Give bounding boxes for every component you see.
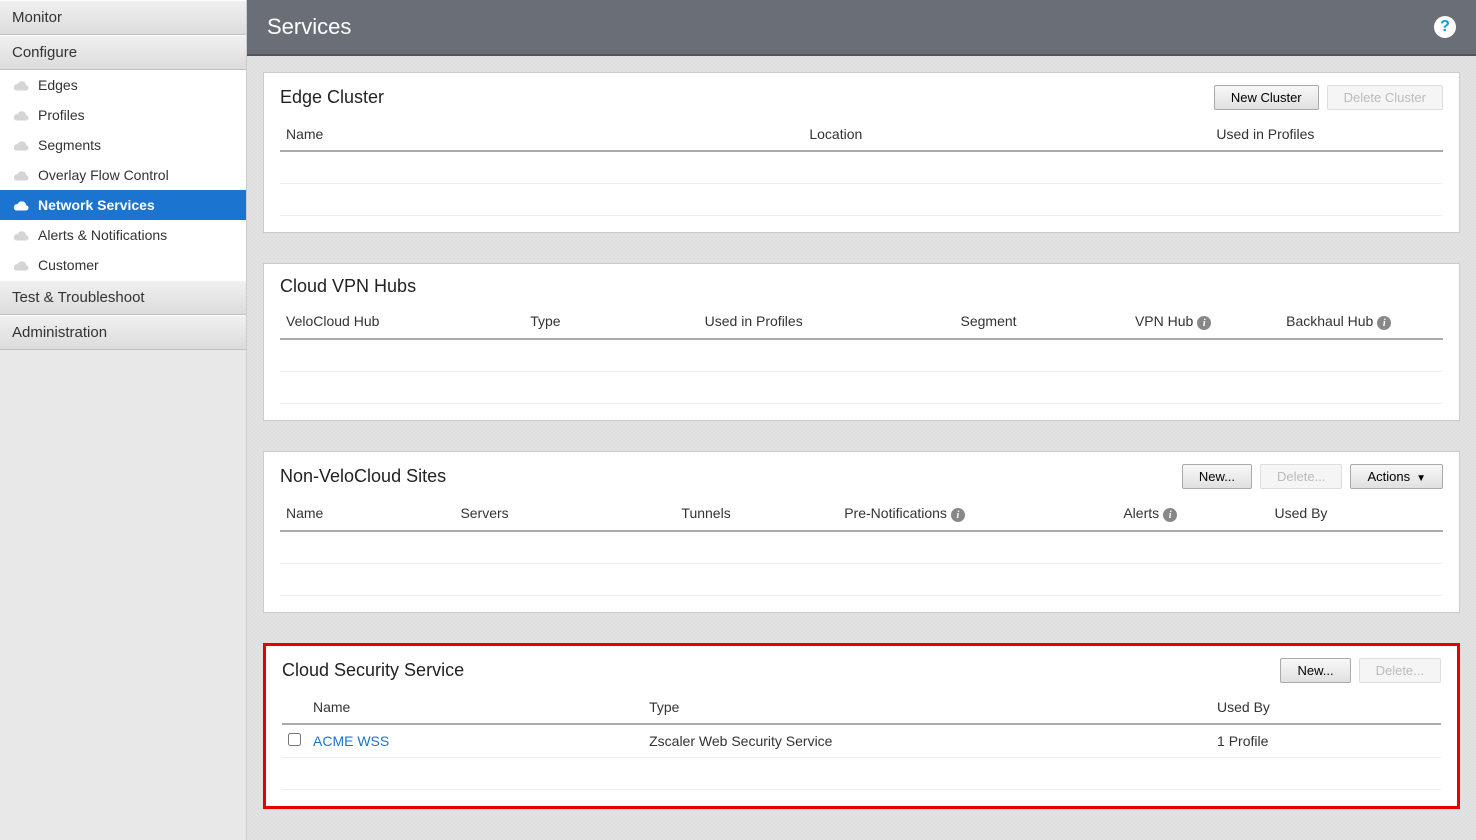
col-vpn-hub[interactable]: VPN Hubi [1129, 305, 1280, 340]
nav-item-label: Segments [38, 137, 101, 153]
help-icon[interactable]: ? [1434, 16, 1456, 38]
actions-button[interactable]: Actions▼ [1350, 464, 1443, 489]
edge-cluster-table: Name Location Used in Profiles [280, 118, 1443, 216]
delete-site-button[interactable]: Delete... [1260, 464, 1342, 489]
css-used-by: 1 Profile [1211, 724, 1441, 758]
new-cluster-button[interactable]: New Cluster [1214, 85, 1319, 110]
nav-item-overlay-flow-control[interactable]: Overlay Flow Control [0, 160, 246, 190]
panel-title-non-velocloud-sites: Non-VeloCloud Sites [280, 466, 446, 487]
page-header: Services ? [247, 0, 1476, 56]
nav-group-monitor[interactable]: Monitor [0, 0, 246, 35]
table-row [280, 531, 1443, 563]
nav-item-label: Customer [38, 257, 99, 273]
table-row [280, 563, 1443, 595]
panel-non-velocloud-sites: Non-VeloCloud Sites New... Delete... Act… [263, 451, 1460, 613]
nav-item-network-services[interactable]: Network Services [0, 190, 246, 220]
nav-item-segments[interactable]: Segments [0, 130, 246, 160]
new-css-button[interactable]: New... [1280, 658, 1350, 683]
page-title: Services [267, 14, 351, 40]
col-name[interactable]: Name [280, 118, 803, 151]
table-row[interactable]: ACME WSS Zscaler Web Security Service 1 … [282, 724, 1441, 758]
table-row [280, 151, 1443, 183]
nav-item-label: Profiles [38, 107, 85, 123]
nav-item-label: Edges [38, 77, 78, 93]
col-used-by[interactable]: Used By [1269, 497, 1443, 532]
cloud-vpn-hubs-table: VeloCloud Hub Type Used in Profiles Segm… [280, 305, 1443, 404]
delete-css-button[interactable]: Delete... [1359, 658, 1441, 683]
col-name[interactable]: Name [307, 691, 643, 724]
col-name[interactable]: Name [280, 497, 454, 532]
cloud-security-service-table: Name Type Used By ACME WSS Zscaler Web S… [282, 691, 1441, 790]
nav-item-alerts-notifications[interactable]: Alerts & Notifications [0, 220, 246, 250]
col-hub[interactable]: VeloCloud Hub [280, 305, 524, 340]
col-used-by[interactable]: Used By [1211, 691, 1441, 724]
cloud-icon [12, 199, 30, 211]
panel-title-cloud-vpn-hubs: Cloud VPN Hubs [280, 276, 416, 297]
info-icon[interactable]: i [1163, 508, 1177, 522]
row-checkbox[interactable] [288, 733, 301, 746]
panel-edge-cluster: Edge Cluster New Cluster Delete Cluster … [263, 72, 1460, 233]
css-name-link[interactable]: ACME WSS [307, 724, 643, 758]
col-alerts[interactable]: Alertsi [1117, 497, 1268, 532]
table-row [280, 371, 1443, 403]
cloud-icon [12, 259, 30, 271]
col-location[interactable]: Location [803, 118, 1210, 151]
col-segment[interactable]: Segment [955, 305, 1129, 340]
col-type[interactable]: Type [643, 691, 1211, 724]
cloud-icon [12, 109, 30, 121]
col-pre-notifications[interactable]: Pre-Notificationsi [838, 497, 1117, 532]
col-type[interactable]: Type [524, 305, 698, 340]
panel-cloud-security-service: Cloud Security Service New... Delete... … [263, 643, 1460, 809]
panel-title-edge-cluster: Edge Cluster [280, 87, 384, 108]
col-used-in-profiles[interactable]: Used in Profiles [1210, 118, 1443, 151]
nav-item-label: Alerts & Notifications [38, 227, 167, 243]
col-servers[interactable]: Servers [454, 497, 675, 532]
table-row [280, 183, 1443, 215]
nav-item-profiles[interactable]: Profiles [0, 100, 246, 130]
panel-title-cloud-security-service: Cloud Security Service [282, 660, 464, 681]
panel-cloud-vpn-hubs: Cloud VPN Hubs VeloCloud Hub Type Used i… [263, 263, 1460, 421]
css-type: Zscaler Web Security Service [643, 724, 1211, 758]
cloud-icon [12, 139, 30, 151]
nav-item-label: Overlay Flow Control [38, 167, 169, 183]
main-content: Services ? Edge Cluster New Cluster Dele… [247, 0, 1476, 840]
nav-group-configure[interactable]: Configure [0, 35, 246, 70]
chevron-down-icon: ▼ [1416, 473, 1426, 484]
info-icon[interactable]: i [1377, 316, 1391, 330]
info-icon[interactable]: i [951, 508, 965, 522]
nav-group-administration[interactable]: Administration [0, 315, 246, 350]
info-icon[interactable]: i [1197, 316, 1211, 330]
nav-item-customer[interactable]: Customer [0, 250, 246, 280]
cloud-icon [12, 229, 30, 241]
nav-group-test-troubleshoot[interactable]: Test & Troubleshoot [0, 280, 246, 315]
table-row [282, 757, 1441, 789]
col-used-in-profiles[interactable]: Used in Profiles [699, 305, 955, 340]
new-site-button[interactable]: New... [1182, 464, 1252, 489]
cloud-icon [12, 169, 30, 181]
non-velocloud-sites-table: Name Servers Tunnels Pre-Notificationsi … [280, 497, 1443, 596]
delete-cluster-button[interactable]: Delete Cluster [1327, 85, 1443, 110]
nav-item-edges[interactable]: Edges [0, 70, 246, 100]
table-row [280, 339, 1443, 371]
col-backhaul-hub[interactable]: Backhaul Hubi [1280, 305, 1443, 340]
cloud-icon [12, 79, 30, 91]
sidebar: Monitor Configure Edges Profiles Segment… [0, 0, 247, 840]
nav-item-label: Network Services [38, 197, 155, 213]
col-tunnels[interactable]: Tunnels [675, 497, 838, 532]
